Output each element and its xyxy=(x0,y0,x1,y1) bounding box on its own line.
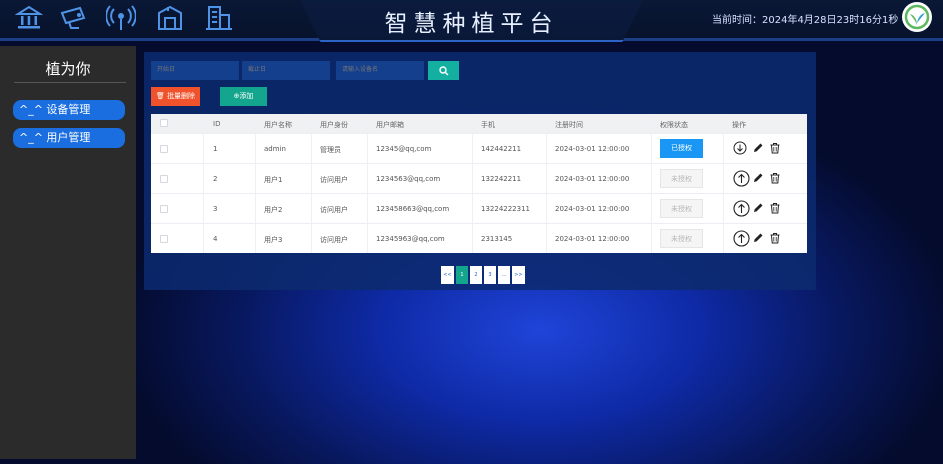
clock: 当前时间：2024年4月28日23时16分1秒 xyxy=(712,15,899,26)
cell-phone: 142442211 xyxy=(481,145,522,153)
auth-status-button[interactable]: 未授权 xyxy=(660,169,703,188)
user-table: ID 用户名称 用户身份 用户邮箱 手机 注册时间 权限状态 操作 1 admi… xyxy=(151,114,807,253)
cell-name: admin xyxy=(264,145,286,153)
row-checkbox[interactable] xyxy=(160,175,168,183)
cell-registered: 2024-03-01 12:00:00 xyxy=(555,235,630,243)
batch-delete-button[interactable]: 🗑 批量删除 xyxy=(151,87,200,106)
user-management-panel: 🗑 批量删除 ⊕添加 ID 用户名称 用户身份 用户邮箱 手机 注册时间 权限状… xyxy=(144,52,816,290)
sidebar-item-user-management[interactable]: ^_^ 用户管理 xyxy=(13,128,125,148)
search-button[interactable] xyxy=(428,61,459,80)
sidebar-title: 植为你 xyxy=(45,60,91,78)
trash-icon: 🗑 xyxy=(155,92,168,100)
select-all-checkbox[interactable] xyxy=(160,119,168,127)
greenhouse-icon[interactable] xyxy=(155,3,185,33)
arrow-up-circle-icon[interactable] xyxy=(732,169,750,187)
cell-phone: 13224222311 xyxy=(481,205,530,213)
auth-status-button[interactable]: 未授权 xyxy=(660,199,703,218)
page-ellipsis: ... xyxy=(498,266,510,284)
arrow-down-circle-icon[interactable] xyxy=(732,140,748,156)
bank-icon[interactable] xyxy=(14,3,44,33)
page-button[interactable]: 2 xyxy=(470,266,482,284)
trash-icon[interactable] xyxy=(768,170,782,186)
header-email: 用户邮箱 xyxy=(376,121,404,129)
row-checkbox[interactable] xyxy=(160,145,168,153)
signal-icon[interactable] xyxy=(106,3,136,33)
camera-icon[interactable] xyxy=(59,3,89,33)
cell-role: 访问用户 xyxy=(320,206,348,214)
trash-icon[interactable] xyxy=(768,230,782,246)
arrow-up-circle-icon[interactable] xyxy=(732,199,750,217)
table-row: 1 admin 管理员 12345@qq,com 142442211 2024-… xyxy=(151,133,807,163)
page-last-button[interactable]: >> xyxy=(512,266,525,284)
arrow-up-circle-icon[interactable] xyxy=(732,229,750,247)
cell-id: 4 xyxy=(213,235,218,243)
table-row: 2 用户1 访问用户 1234563@qq,com 132242211 2024… xyxy=(151,163,807,193)
building-icon[interactable] xyxy=(204,3,234,33)
cell-email: 12345963@qq,com xyxy=(376,235,445,243)
trash-icon[interactable] xyxy=(768,200,782,216)
cell-role: 访问用户 xyxy=(320,236,348,244)
cell-id: 1 xyxy=(213,145,218,153)
pencil-icon[interactable] xyxy=(751,170,765,186)
cell-name: 用户2 xyxy=(264,206,283,214)
cell-role: 访问用户 xyxy=(320,176,348,184)
cell-phone: 132242211 xyxy=(481,175,522,183)
cell-name: 用户3 xyxy=(264,236,283,244)
batch-delete-label: 批量删除 xyxy=(167,92,196,100)
header-id: ID xyxy=(213,120,221,128)
header-auth: 权限状态 xyxy=(660,121,688,129)
table-row: 4 用户3 访问用户 12345963@qq,com 2313145 2024-… xyxy=(151,223,807,253)
header-phone: 手机 xyxy=(481,121,495,129)
header-name: 用户名称 xyxy=(264,121,292,129)
cell-registered: 2024-03-01 12:00:00 xyxy=(555,205,630,213)
add-button[interactable]: ⊕添加 xyxy=(220,87,267,106)
cell-registered: 2024-03-01 12:00:00 xyxy=(555,175,630,183)
table-header: ID 用户名称 用户身份 用户邮箱 手机 注册时间 权限状态 操作 xyxy=(151,114,807,133)
pencil-icon[interactable] xyxy=(751,140,765,156)
sidebar-divider xyxy=(14,82,126,83)
start-date-input[interactable] xyxy=(151,61,239,80)
app-title: 智慧种植平台 xyxy=(384,11,559,37)
auth-status-button[interactable]: 已授权 xyxy=(660,139,703,158)
end-date-input[interactable] xyxy=(242,61,330,80)
cell-role: 管理员 xyxy=(320,146,341,154)
header-role: 用户身份 xyxy=(320,121,348,129)
search-icon xyxy=(438,65,448,75)
cell-phone: 2313145 xyxy=(481,235,513,243)
plant-logo-icon xyxy=(902,2,932,32)
add-label: 添加 xyxy=(239,92,254,100)
device-name-input[interactable] xyxy=(336,61,424,80)
header-registered: 注册时间 xyxy=(555,121,583,129)
cell-name: 用户1 xyxy=(264,176,283,184)
cell-id: 2 xyxy=(213,175,218,183)
auth-status-button[interactable]: 未授权 xyxy=(660,229,703,248)
pencil-icon[interactable] xyxy=(751,230,765,246)
row-checkbox[interactable] xyxy=(160,205,168,213)
page-button-current[interactable]: 1 xyxy=(456,266,468,284)
page-button[interactable]: 3 xyxy=(484,266,496,284)
cell-email: 1234563@qq,com xyxy=(376,175,441,183)
row-checkbox[interactable] xyxy=(160,235,168,243)
cell-registered: 2024-03-01 12:00:00 xyxy=(555,145,630,153)
cell-email: 123458663@qq,com xyxy=(376,205,450,213)
pagination: << 1 2 3 ... >> xyxy=(441,266,525,284)
header-actions: 操作 xyxy=(732,121,746,129)
pencil-icon[interactable] xyxy=(751,200,765,216)
sidebar-item-device-management[interactable]: ^_^ 设备管理 xyxy=(13,100,125,120)
cell-id: 3 xyxy=(213,205,218,213)
sidebar: 植为你 ^_^ 设备管理 ^_^ 用户管理 xyxy=(0,46,136,459)
table-row: 3 用户2 访问用户 123458663@qq,com 13224222311 … xyxy=(151,193,807,223)
cell-email: 12345@qq,com xyxy=(376,145,432,153)
page-first-button[interactable]: << xyxy=(441,266,454,284)
trash-icon[interactable] xyxy=(768,140,782,156)
